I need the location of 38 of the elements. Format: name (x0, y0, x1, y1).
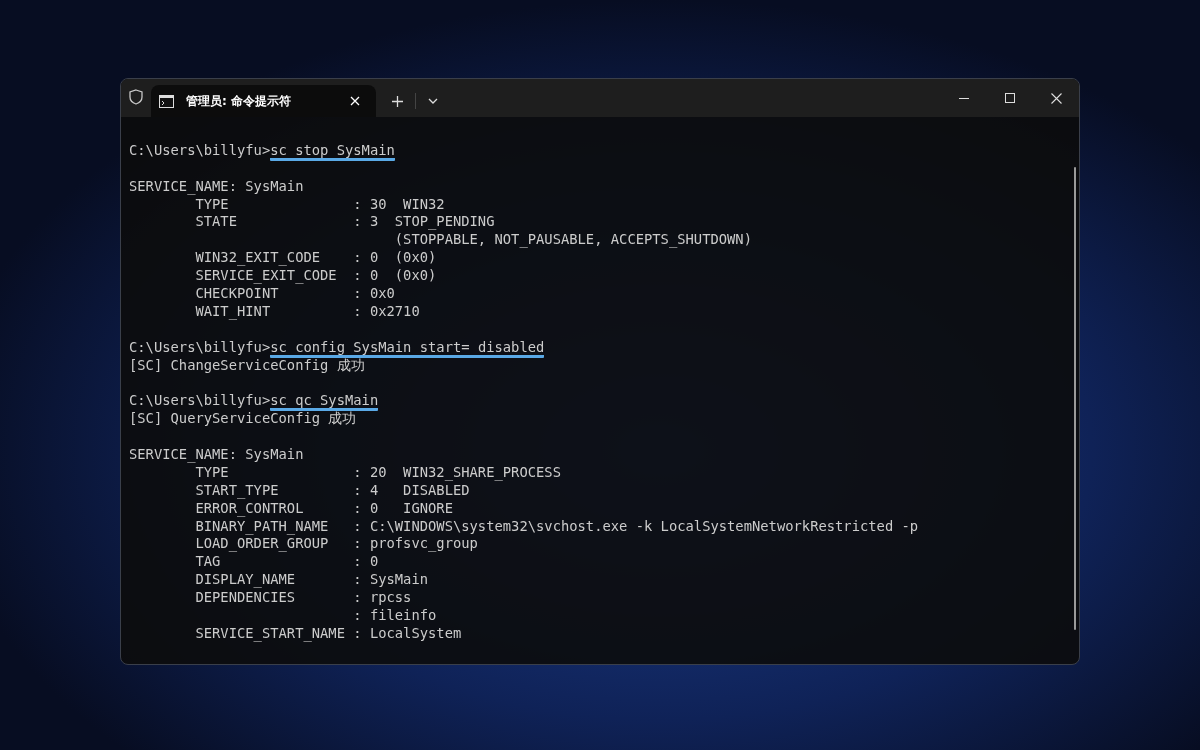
tab-title: 管理员: 命令提示符 (186, 93, 291, 110)
command-text: sc qc SysMain (270, 392, 379, 412)
shield-icon (129, 89, 143, 105)
output-line: TAG : 0 (194, 553, 379, 570)
command-text: sc stop SysMain (270, 141, 395, 161)
output-line: : fileinfo (352, 607, 437, 624)
output-line: CHECKPOINT : 0x0 (194, 285, 395, 301)
output-line: START_TYPE : 4 DISABLED (194, 481, 470, 498)
console-icon (159, 94, 174, 108)
terminal-tab[interactable]: 管理员: 命令提示符 (151, 85, 376, 117)
command-prompt: C:\Users\billyfu> (129, 141, 271, 160)
maximize-icon[interactable] (1005, 93, 1015, 103)
output-line: [SC] ChangeServiceConfig 成功 (129, 356, 365, 373)
command-text: sc config SysMain start= disabled (270, 338, 545, 358)
output-line: SERVICE_START_NAME : LocalSystem (194, 624, 462, 641)
output-line: SERVICE_EXIT_CODE : 0 (0x0) (194, 267, 437, 284)
output-line: [SC] QueryServiceConfig 成功 (129, 410, 357, 427)
output-line: SERVICE_NAME: SysMain (129, 177, 304, 194)
output-line: WIN32_EXIT_CODE : 0 (0x0) (194, 249, 437, 266)
output-line: SERVICE_NAME: SysMain (129, 446, 304, 463)
command-prompt: C:\Users\billyfu> (129, 392, 271, 411)
output-line: DEPENDENCIES : rpcss (194, 589, 412, 606)
output-line: STATE : 3 STOP_PENDING (194, 213, 495, 230)
close-icon[interactable] (350, 96, 360, 106)
minimize-icon[interactable] (959, 97, 969, 99)
output-line: LOAD_ORDER_GROUP : profsvc_group (194, 535, 478, 552)
output-line: TYPE : 20 WIN32_SHARE_PROCESS (194, 463, 561, 480)
output-line: TYPE : 30 WIN32 (194, 195, 445, 212)
close-window-icon[interactable] (1050, 92, 1062, 104)
dropdown-icon[interactable] (428, 98, 438, 104)
scrollbar-thumb[interactable] (1074, 167, 1076, 630)
output-line: (STOPPABLE, NOT_PAUSABLE, ACCEPTS_SHUTDOWN) (393, 231, 752, 248)
output-line: DISPLAY_NAME : SysMain (194, 571, 429, 588)
add-tab-icon[interactable] (392, 95, 403, 107)
command-prompt: C:\Users\billyfu> (129, 338, 271, 357)
output-line: WAIT_HINT : 0x2710 (194, 302, 420, 319)
output-line: ERROR_CONTROL : 0 IGNORE (194, 499, 453, 516)
output-line: BINARY_PATH_NAME : C:\WINDOWS\system32\svchost.exe -k LocalSystemNetworkRestricted -p (194, 517, 919, 534)
